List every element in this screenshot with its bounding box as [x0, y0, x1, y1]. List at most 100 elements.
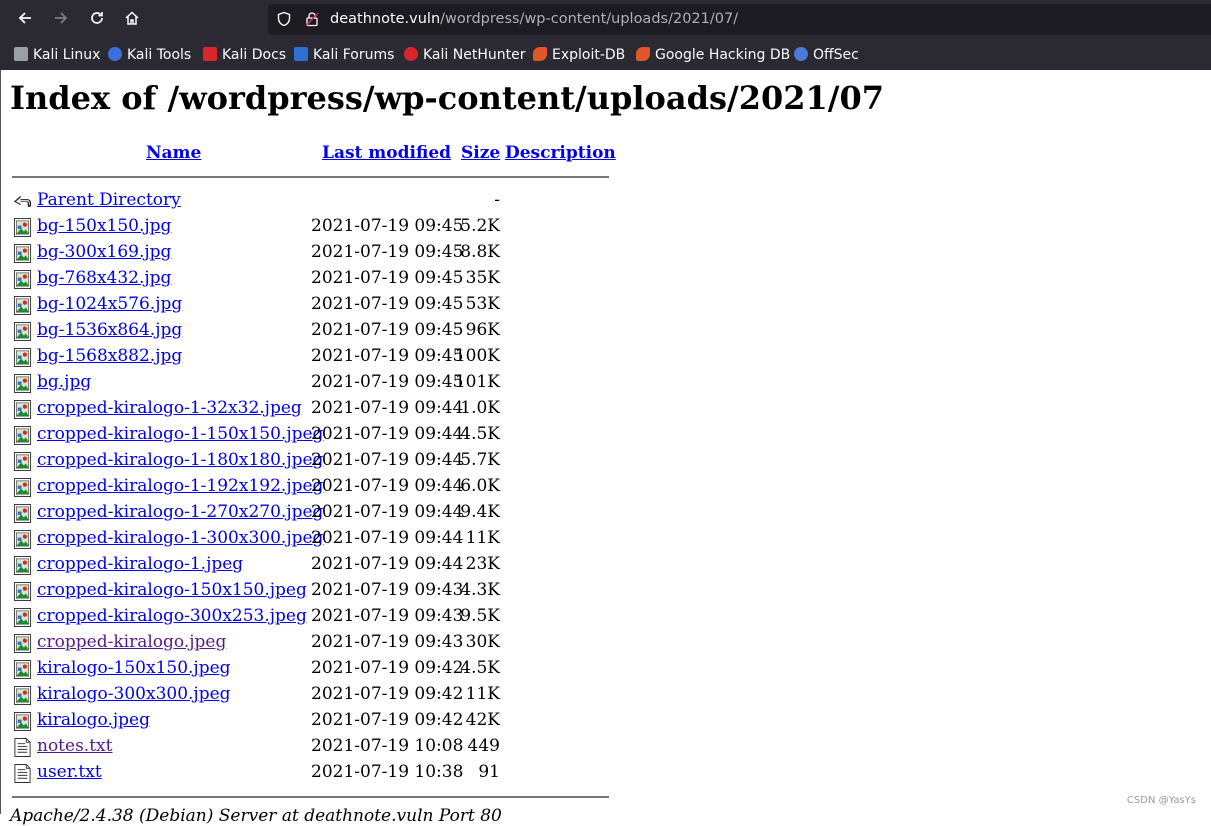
- file-link[interactable]: kiralogo-150x150.jpeg: [37, 658, 231, 678]
- table-row: cropped-kiralogo-1-270x270.jpeg 2021-07-1…: [1, 500, 621, 526]
- kali-forums-icon: [294, 47, 308, 61]
- table-row: kiralogo-300x300.jpeg 2021-07-19 09:42 11K: [1, 682, 621, 708]
- size-cell: 1.0K: [460, 398, 500, 418]
- table-row: bg-300x169.jpg 2021-07-19 09:45 8.8K: [1, 240, 621, 266]
- insecure-lock-icon[interactable]: [304, 11, 320, 27]
- bookmark-offsec[interactable]: OffSec: [794, 45, 859, 65]
- bookmark-google-hacking-db[interactable]: Google Hacking DB: [636, 45, 790, 65]
- shield-icon[interactable]: [276, 11, 292, 27]
- url-bar[interactable]: deathnote.vuln/wordpress/wp-content/uplo…: [268, 4, 1211, 35]
- column-header-name[interactable]: Name: [146, 143, 201, 163]
- file-link[interactable]: bg.jpg: [37, 372, 91, 392]
- table-row: bg-768x432.jpg 2021-07-19 09:45 35K: [1, 266, 621, 292]
- last-modified-cell: 2021-07-19 09:44: [311, 528, 464, 548]
- forward-button[interactable]: [48, 6, 74, 32]
- last-modified-cell: 2021-07-19 09:44: [311, 502, 464, 522]
- size-cell: 11K: [465, 684, 500, 704]
- size-cell: 6.0K: [460, 476, 500, 496]
- table-row: cropped-kiralogo-150x150.jpeg 2021-07-19 …: [1, 578, 621, 604]
- parent-directory-row: Parent Directory -: [1, 188, 621, 214]
- bookmark-kali-nethunter[interactable]: Kali NetHunter: [404, 45, 525, 65]
- nethunter-icon: [404, 47, 418, 61]
- text-file-icon: [13, 738, 32, 757]
- size-cell: 101K: [454, 372, 500, 392]
- bookmark-kali-forums[interactable]: Kali Forums: [294, 45, 394, 65]
- file-link[interactable]: cropped-kiralogo-1-300x300.jpeg: [37, 528, 323, 548]
- offsec-icon: [794, 47, 808, 61]
- table-row: cropped-kiralogo-1-300x300.jpeg 2021-07-1…: [1, 526, 621, 552]
- size-cell: 4.5K: [460, 658, 500, 678]
- last-modified-cell: 2021-07-19 09:42: [311, 684, 464, 704]
- ghdb-icon: [636, 47, 650, 61]
- bookmark-exploit-db[interactable]: Exploit-DB: [533, 45, 625, 65]
- file-link[interactable]: bg-300x169.jpg: [37, 242, 171, 262]
- file-link[interactable]: kiralogo-300x300.jpeg: [37, 684, 231, 704]
- url-text[interactable]: deathnote.vuln/wordpress/wp-content/uplo…: [330, 4, 738, 35]
- image-file-icon: [13, 530, 32, 549]
- table-row: user.txt 2021-07-19 10:38 91: [1, 760, 621, 786]
- last-modified-cell: 2021-07-19 09:43: [311, 580, 464, 600]
- image-file-icon: [13, 322, 32, 341]
- last-modified-cell: 2021-07-19 09:44: [311, 554, 464, 574]
- image-file-icon: [13, 452, 32, 471]
- last-modified-cell: 2021-07-19 09:43: [311, 606, 464, 626]
- file-link[interactable]: bg-1568x882.jpg: [37, 346, 182, 366]
- table-row: bg-1024x576.jpg 2021-07-19 09:45 53K: [1, 292, 621, 318]
- text-file-icon: [13, 764, 32, 783]
- file-link[interactable]: cropped-kiralogo-1-192x192.jpeg: [37, 476, 323, 496]
- back-button[interactable]: [12, 6, 38, 32]
- exploit-db-icon: [533, 47, 547, 61]
- bookmark-kali-tools[interactable]: Kali Tools: [108, 45, 191, 65]
- last-modified-cell: 2021-07-19 09:43: [311, 632, 464, 652]
- last-modified-cell: 2021-07-19 09:44: [311, 424, 464, 444]
- size-cell: 35K: [465, 268, 500, 288]
- back-arrow-icon: [18, 12, 31, 24]
- size-cell: 30K: [465, 632, 500, 652]
- image-file-icon: [13, 218, 32, 237]
- file-link[interactable]: cropped-kiralogo-1-180x180.jpeg: [37, 450, 323, 470]
- last-modified-cell: 2021-07-19 09:45: [311, 242, 464, 262]
- watermark: CSDN @YasYs: [1126, 795, 1196, 806]
- size-cell: 449: [467, 736, 500, 756]
- file-link[interactable]: bg-768x432.jpg: [37, 268, 171, 288]
- file-link[interactable]: cropped-kiralogo-150x150.jpeg: [37, 580, 307, 600]
- bookmark-kali-linux[interactable]: Kali Linux: [14, 45, 100, 65]
- file-link[interactable]: bg-1024x576.jpg: [37, 294, 182, 314]
- page-title: Index of /wordpress/wp-content/uploads/2…: [10, 79, 884, 117]
- image-file-icon: [13, 400, 32, 419]
- table-row: cropped-kiralogo.jpeg 2021-07-19 09:43 30K: [1, 630, 621, 656]
- last-modified-cell: 2021-07-19 09:44: [311, 450, 464, 470]
- file-link[interactable]: bg-150x150.jpg: [37, 216, 171, 236]
- file-link[interactable]: notes.txt: [37, 736, 112, 756]
- reload-button[interactable]: [84, 6, 110, 32]
- size-cell: 42K: [465, 710, 500, 730]
- parent-directory-link[interactable]: Parent Directory: [37, 190, 181, 210]
- home-button[interactable]: [119, 6, 145, 32]
- image-file-icon: [13, 660, 32, 679]
- last-modified-cell: 2021-07-19 09:42: [311, 710, 464, 730]
- file-link[interactable]: cropped-kiralogo.jpeg: [37, 632, 226, 652]
- file-link[interactable]: user.txt: [37, 762, 102, 782]
- image-file-icon: [13, 686, 32, 705]
- kali-tools-icon: [108, 47, 122, 61]
- file-link[interactable]: bg-1536x864.jpg: [37, 320, 182, 340]
- image-file-icon: [13, 296, 32, 315]
- table-row: cropped-kiralogo-1-32x32.jpeg 2021-07-19 …: [1, 396, 621, 422]
- image-file-icon: [13, 504, 32, 523]
- bookmark-kali-docs[interactable]: Kali Docs: [203, 45, 286, 65]
- file-link[interactable]: cropped-kiralogo-1-270x270.jpeg: [37, 502, 323, 522]
- file-link[interactable]: cropped-kiralogo-1-32x32.jpeg: [37, 398, 302, 418]
- file-link[interactable]: cropped-kiralogo-300x253.jpeg: [37, 606, 307, 626]
- size-cell: 11K: [465, 528, 500, 548]
- column-header-size[interactable]: Size: [461, 143, 500, 163]
- file-link[interactable]: cropped-kiralogo-1.jpeg: [37, 554, 243, 574]
- column-header-description[interactable]: Description: [505, 143, 616, 163]
- column-header-last-modified[interactable]: Last modified: [322, 143, 451, 163]
- size-cell: 4.5K: [460, 424, 500, 444]
- forward-arrow-icon: [55, 12, 68, 24]
- table-row: bg-1536x864.jpg 2021-07-19 09:45 96K: [1, 318, 621, 344]
- back-arrow-icon: [13, 192, 32, 211]
- file-link[interactable]: cropped-kiralogo-1-150x150.jpeg: [37, 424, 323, 444]
- browser-chrome: deathnote.vuln/wordpress/wp-content/uplo…: [0, 0, 1211, 70]
- file-link[interactable]: kiralogo.jpeg: [37, 710, 150, 730]
